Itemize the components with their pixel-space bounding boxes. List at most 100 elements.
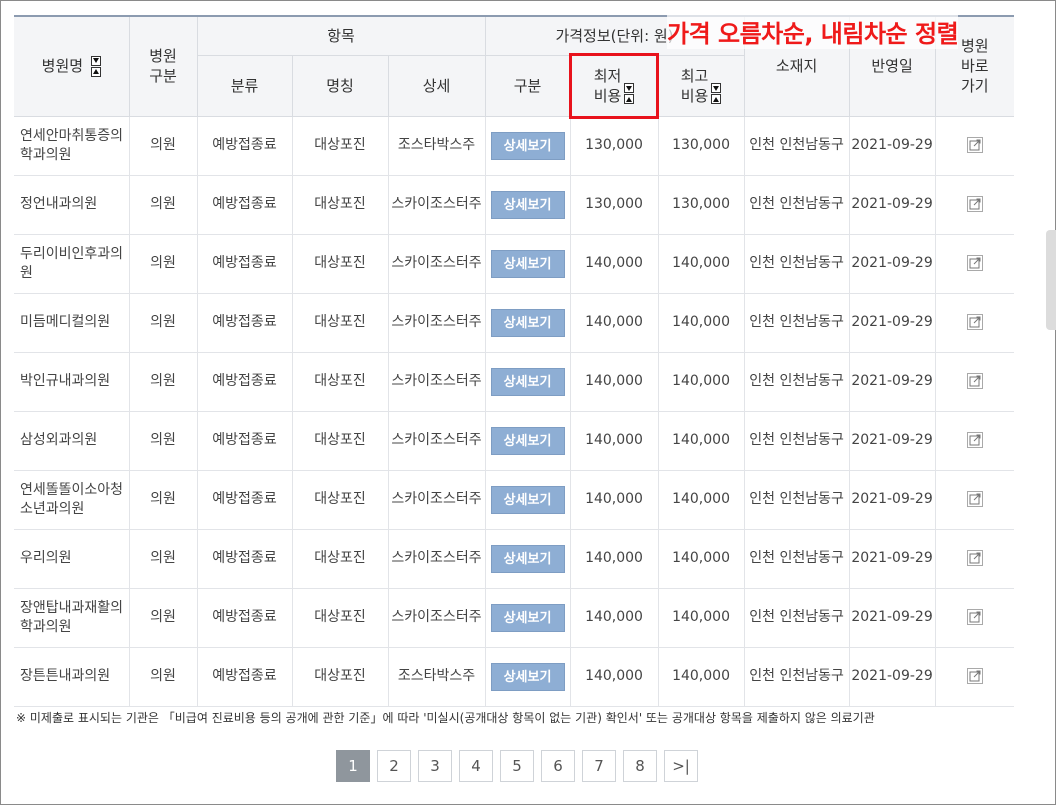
cell-hospital-name[interactable]: 박인규내과의원: [14, 351, 130, 412]
cell-division: 상세보기: [484, 233, 571, 294]
cell-shortcut: [934, 587, 1015, 648]
cell-reflected-date: 2021-09-29: [848, 410, 936, 471]
cell-min-price: 140,000: [569, 351, 659, 412]
table-row: 장앤탑내과재활의학과의원 의원 예방접종료 대상포진 스카이조스터주 상세보기 …: [14, 587, 1015, 648]
cell-max-price: 140,000: [657, 469, 745, 530]
cell-name: 대상포진: [291, 646, 389, 707]
external-link-icon[interactable]: [966, 490, 984, 508]
cell-hospital-type: 의원: [128, 115, 198, 176]
cell-detail: 스카이조스터주: [387, 233, 486, 294]
cell-division: 상세보기: [484, 410, 571, 471]
cell-shortcut: [934, 646, 1015, 707]
cell-hospital-name[interactable]: 우리의원: [14, 528, 130, 589]
external-link-icon[interactable]: [966, 608, 984, 626]
cell-hospital-type: 의원: [128, 587, 198, 648]
annotation-text: 가격 오름차순, 내림차순 정렬: [667, 14, 959, 49]
min-price-sort: [624, 83, 635, 104]
page-7-button[interactable]: 7: [582, 750, 616, 782]
detail-view-button[interactable]: 상세보기: [490, 544, 565, 573]
last-page-button[interactable]: >|: [664, 750, 698, 782]
cell-location: 인천 인천남동구: [743, 646, 850, 707]
cell-name: 대상포진: [291, 233, 389, 294]
page-2-button[interactable]: 2: [377, 750, 411, 782]
cell-hospital-name[interactable]: 장앤탑내과재활의학과의원: [14, 587, 130, 648]
col-group-item: 항목: [196, 15, 486, 56]
cell-reflected-date: 2021-09-29: [848, 469, 936, 530]
external-link-icon[interactable]: [966, 431, 984, 449]
external-link-icon[interactable]: [966, 254, 984, 272]
col-name: 명칭: [291, 54, 389, 117]
cell-name: 대상포진: [291, 587, 389, 648]
sort-ascending-icon[interactable]: [711, 94, 722, 104]
cell-max-price: 140,000: [657, 646, 745, 707]
cell-hospital-name[interactable]: 미듬메디컬의원: [14, 292, 130, 353]
pagination: 1 2 3 4 5 6 7 8 >|: [336, 750, 698, 782]
detail-view-button[interactable]: 상세보기: [490, 603, 565, 632]
detail-view-button[interactable]: 상세보기: [490, 485, 565, 514]
detail-view-button[interactable]: 상세보기: [490, 662, 565, 691]
page-8-button[interactable]: 8: [623, 750, 657, 782]
detail-view-button[interactable]: 상세보기: [490, 426, 565, 455]
page-4-button[interactable]: 4: [459, 750, 493, 782]
cell-shortcut: [934, 351, 1015, 412]
cell-hospital-name[interactable]: 장튼튼내과의원: [14, 646, 130, 707]
cell-reflected-date: 2021-09-29: [848, 174, 936, 235]
table-body: 연세안마취통증의학과의원 의원 예방접종료 대상포진 조스타박스주 상세보기 1…: [14, 115, 1015, 707]
cell-category: 예방접종료: [196, 115, 293, 176]
sort-descending-icon[interactable]: [624, 83, 635, 93]
cell-detail: 스카이조스터주: [387, 410, 486, 471]
cell-hospital-name[interactable]: 삼성외과의원: [14, 410, 130, 471]
cell-hospital-name[interactable]: 두리이비인후과의원: [14, 233, 130, 294]
external-link-icon[interactable]: [966, 549, 984, 567]
scrollbar-thumb[interactable]: [1046, 230, 1056, 330]
detail-view-button[interactable]: 상세보기: [490, 190, 565, 219]
page-3-button[interactable]: 3: [418, 750, 452, 782]
cell-location: 인천 인천남동구: [743, 115, 850, 176]
cell-max-price: 140,000: [657, 410, 745, 471]
external-link-icon[interactable]: [966, 372, 984, 390]
cell-category: 예방접종료: [196, 469, 293, 530]
col-detail: 상세: [387, 54, 486, 117]
cell-max-price: 140,000: [657, 528, 745, 589]
col-hospital-name: 병원명: [14, 15, 130, 117]
detail-view-button[interactable]: 상세보기: [490, 131, 565, 160]
cell-detail: 스카이조스터주: [387, 528, 486, 589]
cell-min-price: 130,000: [569, 174, 659, 235]
sort-descending-icon[interactable]: [711, 83, 722, 93]
detail-view-button[interactable]: 상세보기: [490, 367, 565, 396]
page-1-button[interactable]: 1: [336, 750, 370, 782]
cell-division: 상세보기: [484, 587, 571, 648]
external-link-icon[interactable]: [966, 667, 984, 685]
cell-min-price: 140,000: [569, 528, 659, 589]
cell-reflected-date: 2021-09-29: [848, 115, 936, 176]
cell-shortcut: [934, 174, 1015, 235]
cell-category: 예방접종료: [196, 528, 293, 589]
cell-name: 대상포진: [291, 410, 389, 471]
sort-ascending-icon[interactable]: [90, 66, 101, 77]
cell-location: 인천 인천남동구: [743, 174, 850, 235]
cell-hospital-name[interactable]: 정언내과의원: [14, 174, 130, 235]
external-link-icon[interactable]: [966, 313, 984, 331]
external-link-icon[interactable]: [966, 136, 984, 154]
cell-min-price: 140,000: [569, 469, 659, 530]
cell-location: 인천 인천남동구: [743, 351, 850, 412]
cell-reflected-date: 2021-09-29: [848, 351, 936, 412]
cell-max-price: 130,000: [657, 115, 745, 176]
cell-reflected-date: 2021-09-29: [848, 233, 936, 294]
cell-location: 인천 인천남동구: [743, 292, 850, 353]
page-6-button[interactable]: 6: [541, 750, 575, 782]
detail-view-button[interactable]: 상세보기: [490, 249, 565, 278]
cell-hospital-type: 의원: [128, 528, 198, 589]
detail-view-button[interactable]: 상세보기: [490, 308, 565, 337]
cell-hospital-name[interactable]: 연세똘똘이소아청소년과의원: [14, 469, 130, 530]
page-5-button[interactable]: 5: [500, 750, 534, 782]
cell-detail: 스카이조스터주: [387, 587, 486, 648]
cell-hospital-type: 의원: [128, 233, 198, 294]
sort-ascending-icon[interactable]: [624, 94, 635, 104]
external-link-icon[interactable]: [966, 195, 984, 213]
cell-category: 예방접종료: [196, 233, 293, 294]
cell-hospital-name[interactable]: 연세안마취통증의학과의원: [14, 115, 130, 176]
table-row: 연세안마취통증의학과의원 의원 예방접종료 대상포진 조스타박스주 상세보기 1…: [14, 115, 1015, 176]
cell-detail: 조스타박스주: [387, 115, 486, 176]
sort-descending-icon[interactable]: [90, 55, 101, 66]
